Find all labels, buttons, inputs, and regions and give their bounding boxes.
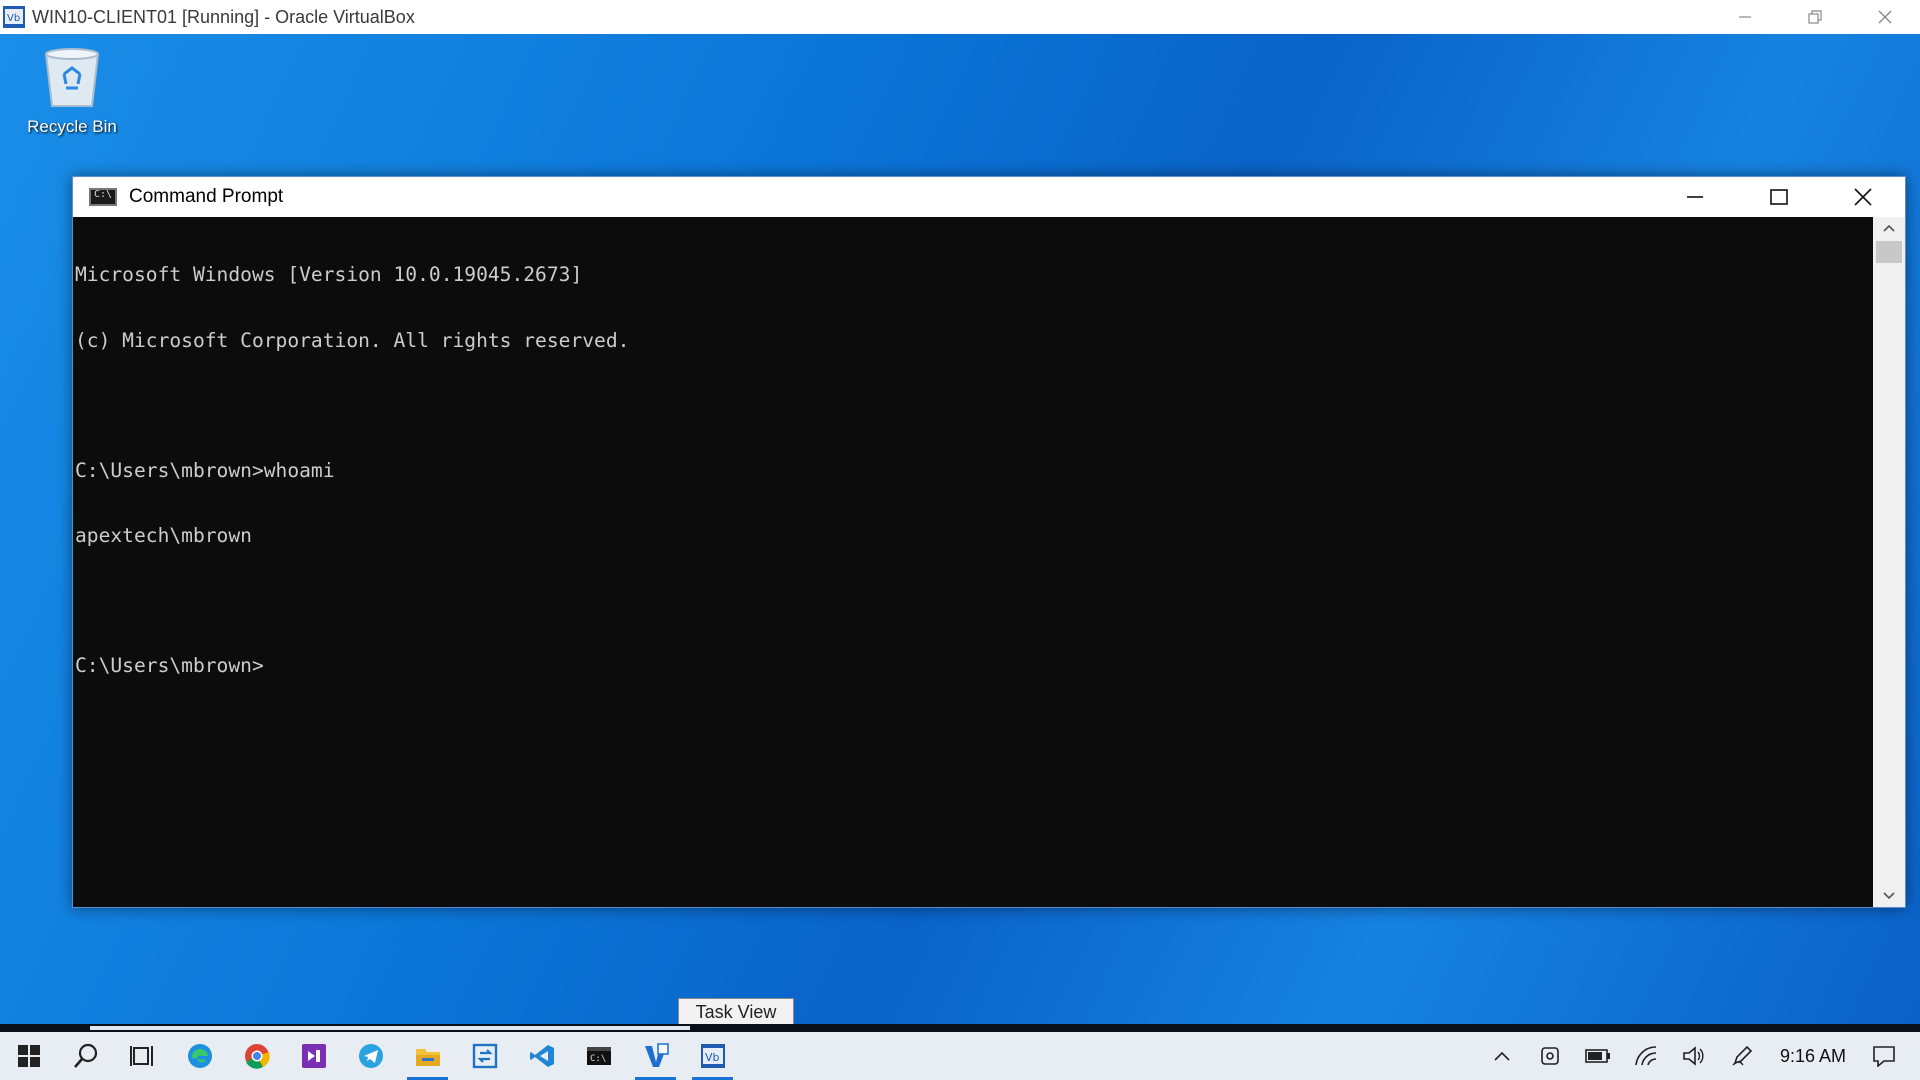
tray-meet-now[interactable] — [1526, 1032, 1574, 1080]
taskbar-visual-studio[interactable] — [285, 1032, 342, 1080]
battery-icon — [1585, 1049, 1610, 1063]
start-icon — [17, 1045, 40, 1067]
command-prompt-title: Command Prompt — [129, 186, 284, 207]
virtualbox-icon: Vb — [3, 6, 25, 28]
recycle-bin-label: Recycle Bin — [27, 117, 117, 136]
chrome-icon — [244, 1044, 270, 1069]
telegram-icon — [358, 1044, 383, 1068]
recycle-bin-shortcut[interactable]: Recycle Bin — [12, 44, 132, 137]
svg-text:C:\: C:\ — [590, 1054, 606, 1064]
chevron-down-icon — [1883, 892, 1895, 900]
taskbar-edge-highlight — [90, 1026, 690, 1030]
scroll-thumb[interactable] — [1876, 241, 1902, 263]
taskbar-file-explorer[interactable] — [399, 1032, 456, 1080]
taskbar-clock[interactable]: 9:16 AM — [1766, 1046, 1860, 1067]
task-view-tooltip: Task View — [678, 998, 794, 1026]
host-minimize-button[interactable] — [1710, 0, 1780, 34]
tray-battery[interactable] — [1574, 1032, 1622, 1080]
taskbar-terminal[interactable]: C:\ — [570, 1032, 627, 1080]
show-desktop-button[interactable] — [1908, 1032, 1920, 1080]
taskbar-edge[interactable] — [171, 1032, 228, 1080]
tray-volume[interactable] — [1670, 1032, 1718, 1080]
tray-pen[interactable] — [1718, 1032, 1766, 1080]
action-center-button[interactable] — [1860, 1032, 1908, 1080]
task-view-button[interactable] — [114, 1032, 171, 1080]
command-prompt-icon-text: C:\ — [94, 189, 113, 200]
scroll-down-button[interactable] — [1873, 885, 1905, 907]
chevron-up-icon — [1883, 224, 1895, 232]
close-icon — [1878, 10, 1892, 24]
command-prompt-window[interactable]: C:\ Command Prompt Microsoft Windows [Ve… — [72, 176, 1906, 908]
show-hidden-icons-button[interactable] — [1478, 1032, 1526, 1080]
virtualbox-vm-icon — [644, 1043, 669, 1067]
taskbar-vscode[interactable] — [513, 1032, 570, 1080]
taskbar-virtualbox-manager[interactable] — [627, 1032, 684, 1080]
terminal-output[interactable]: Microsoft Windows [Version 10.0.19045.26… — [73, 217, 1871, 907]
camera-icon — [1541, 1047, 1559, 1065]
vscode-icon — [529, 1045, 554, 1067]
taskbar-virtualbox-vm[interactable]: Vb — [684, 1032, 741, 1080]
svg-text:Vb: Vb — [7, 13, 20, 24]
system-tray: 9:16 AM — [1478, 1032, 1920, 1080]
visual-studio-icon — [301, 1044, 326, 1068]
svg-text:Vb: Vb — [705, 1051, 720, 1064]
command-prompt-icon: C:\ — [89, 188, 117, 206]
cmd-minimize-button[interactable] — [1653, 177, 1737, 217]
terminal-line: apextech\mbrown — [75, 523, 252, 547]
terminal-line: C:\Users\mbrown>whoami — [75, 458, 335, 482]
edge-icon — [187, 1044, 212, 1068]
start-button[interactable] — [0, 1032, 57, 1080]
chevron-up-icon — [1494, 1051, 1510, 1061]
host-restore-button[interactable] — [1780, 0, 1850, 34]
speaker-icon — [1683, 1046, 1704, 1066]
close-icon — [1854, 188, 1872, 206]
taskbar: C:\ Vb 9:16 AM — [0, 1032, 1920, 1080]
command-prompt-titlebar[interactable]: C:\ Command Prompt — [73, 177, 1905, 217]
cmd-maximize-button[interactable] — [1737, 177, 1821, 217]
taskbar-telegram[interactable] — [342, 1032, 399, 1080]
minimize-icon — [1687, 196, 1703, 198]
virtualbox-titlebar: Vb WIN10-CLIENT01 [Running] - Oracle Vir… — [0, 0, 1920, 34]
terminal-line: (c) Microsoft Corporation. All rights re… — [75, 328, 630, 352]
taskbar-remote-desktop[interactable] — [456, 1032, 513, 1080]
restore-icon — [1808, 10, 1822, 24]
file-explorer-icon — [415, 1049, 440, 1066]
terminal-line: Microsoft Windows [Version 10.0.19045.26… — [75, 263, 583, 287]
remote-desktop-icon — [472, 1043, 497, 1069]
guest-desktop: Recycle Bin C:\ Command Prompt Microsoft… — [0, 34, 1920, 1080]
tray-network[interactable] — [1622, 1032, 1670, 1080]
pen-icon — [1732, 1045, 1753, 1066]
host-close-button[interactable] — [1850, 0, 1920, 34]
terminal-prompt-line: C:\Users\mbrown> — [75, 653, 264, 677]
wifi-icon — [1635, 1046, 1657, 1066]
virtualbox-window-title: WIN10-CLIENT01 [Running] - Oracle Virtua… — [32, 6, 415, 27]
minimize-icon — [1739, 16, 1751, 18]
task-view-icon — [129, 1046, 153, 1066]
terminal-icon: C:\ — [586, 1047, 611, 1065]
cmd-close-button[interactable] — [1821, 177, 1905, 217]
terminal-scrollbar[interactable] — [1873, 217, 1905, 907]
scroll-up-button[interactable] — [1873, 217, 1905, 239]
taskbar-chrome[interactable] — [228, 1032, 285, 1080]
search-icon — [73, 1043, 97, 1068]
notification-icon — [1873, 1046, 1895, 1067]
maximize-icon — [1770, 189, 1788, 205]
virtualbox-icon: Vb — [700, 1044, 725, 1068]
recycle-bin-icon — [44, 48, 100, 107]
search-button[interactable] — [57, 1032, 114, 1080]
